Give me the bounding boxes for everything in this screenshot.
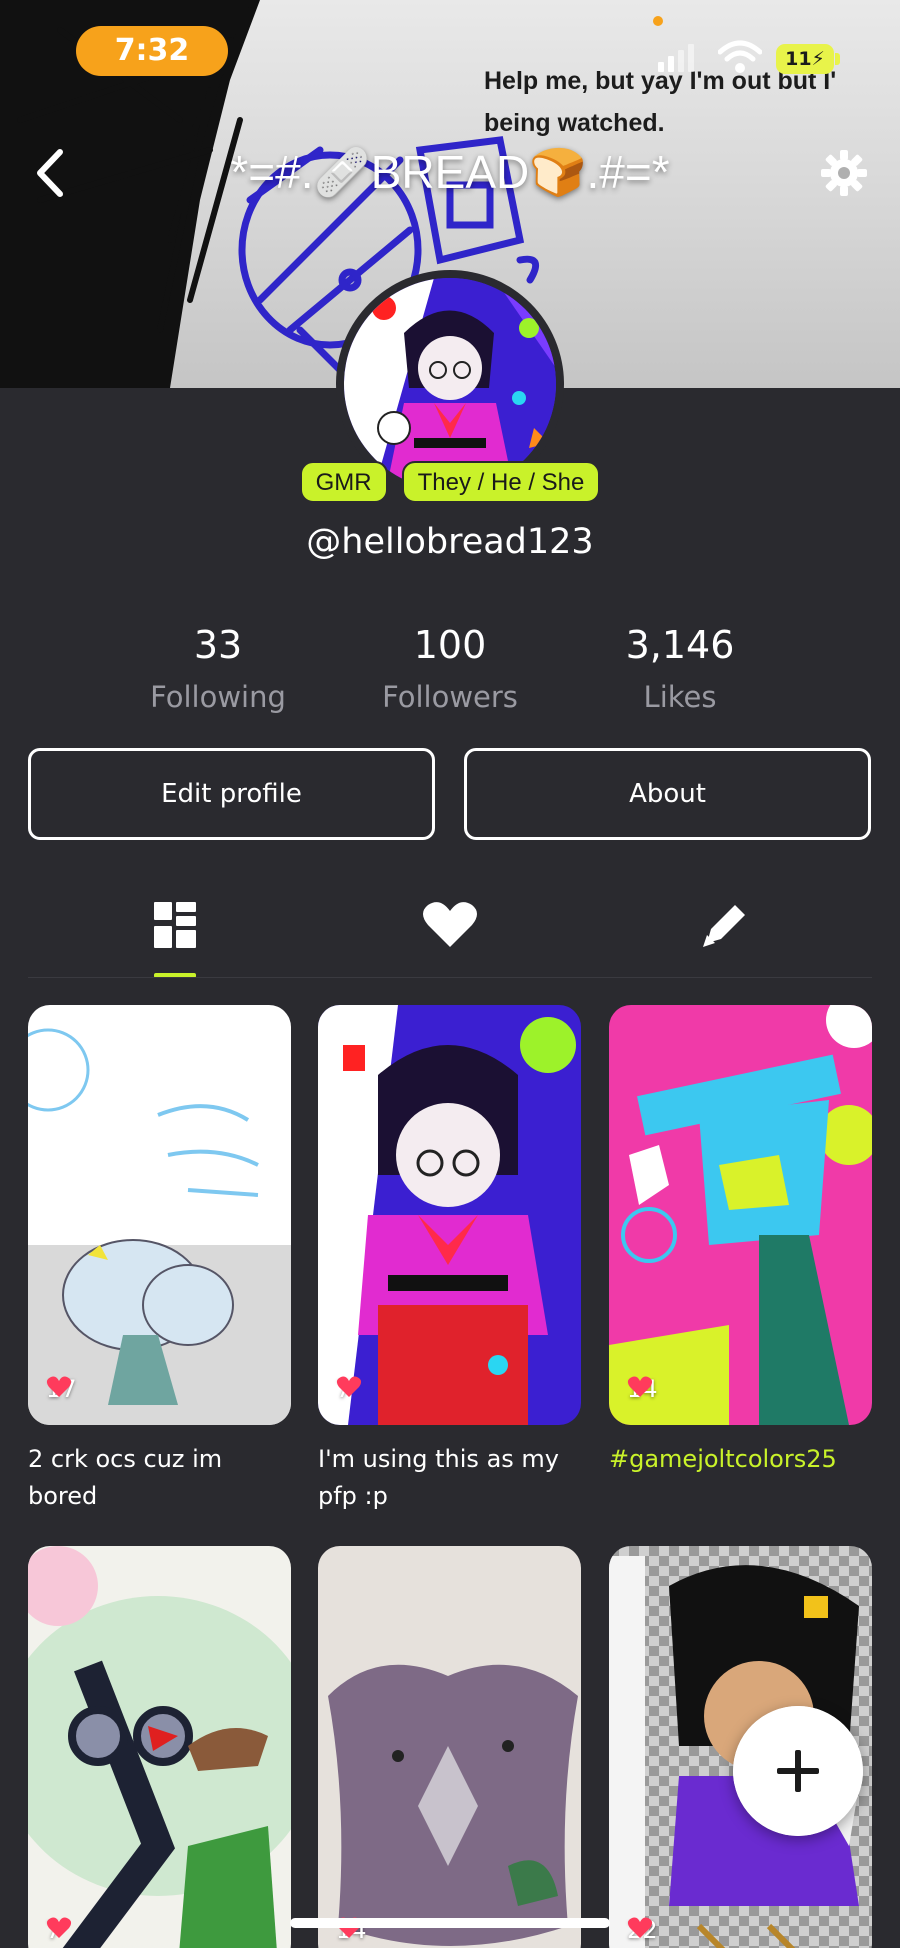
heart-icon: [46, 1917, 72, 1938]
post-image: [28, 1005, 291, 1425]
back-button[interactable]: [30, 146, 74, 200]
page-title: *=#.🩹BREAD🍞.#=*: [230, 146, 670, 198]
heart-icon: [336, 1376, 362, 1397]
wifi-icon: [718, 40, 762, 73]
stat-followers-label: Followers: [382, 680, 518, 714]
privacy-indicator: [653, 16, 663, 26]
post-card[interactable]: 7 I'm using this as my pfp :p: [318, 1005, 581, 1515]
stat-following-value: 33: [193, 623, 243, 667]
post-card[interactable]: 14: [318, 1546, 581, 1948]
stat-likes-label: Likes: [643, 680, 717, 714]
home-indicator[interactable]: [290, 1918, 610, 1928]
heart-icon: [46, 1376, 72, 1397]
status-time: 7:32: [76, 26, 228, 76]
post-card[interactable]: 7: [28, 1546, 291, 1948]
post-likes: 7: [336, 1375, 362, 1403]
post-thumbnail[interactable]: 14: [609, 1005, 872, 1425]
post-likes: 7: [46, 1916, 72, 1944]
post-likes: 22: [627, 1916, 658, 1944]
heart-icon: [423, 902, 477, 947]
pencil-icon: [703, 905, 745, 947]
pronouns-badge: They / He / She: [401, 461, 601, 503]
post-caption: 2 crk ocs cuz im bored: [28, 1445, 223, 1510]
post-image: [318, 1546, 581, 1948]
tab-drafts[interactable]: [675, 885, 775, 965]
username: @hellobread123: [306, 522, 594, 562]
heart-icon: [627, 1376, 653, 1397]
tab-posts[interactable]: [125, 885, 225, 965]
battery-tip: [835, 53, 840, 65]
post-likes: 14: [627, 1375, 658, 1403]
post-caption[interactable]: #gamejoltcolors25: [609, 1441, 872, 1478]
post-thumbnail[interactable]: 7: [28, 1546, 291, 1948]
post-image: [318, 1005, 581, 1425]
posts-grid-icon: [154, 902, 196, 948]
stat-likes: 3,146 Likes: [560, 620, 800, 722]
battery-icon: 11⚡: [776, 44, 834, 74]
profile-tags: GMR They / He / She: [0, 461, 900, 503]
about-button[interactable]: About: [464, 748, 871, 840]
avatar-artwork: [344, 278, 556, 490]
edit-profile-button[interactable]: Edit profile: [28, 748, 435, 840]
tab-likes[interactable]: [400, 885, 500, 965]
post-card[interactable]: 17 2 crk ocs cuz im bored: [28, 1005, 291, 1515]
stat-following[interactable]: 33 Following: [98, 620, 338, 722]
tabs-divider: [28, 977, 872, 978]
post-image: [28, 1546, 291, 1948]
cellular-signal-icon: [658, 42, 694, 72]
stat-likes-value: 3,146: [625, 623, 735, 667]
create-post-button[interactable]: [733, 1706, 863, 1836]
stat-following-label: Following: [150, 680, 286, 714]
post-thumbnail[interactable]: 7: [318, 1005, 581, 1425]
stat-followers[interactable]: 100 Followers: [330, 620, 570, 722]
post-caption: I'm using this as my pfp :p: [318, 1445, 559, 1510]
heart-icon: [627, 1917, 653, 1938]
tag-badge: GMR: [299, 461, 388, 503]
post-thumbnail[interactable]: 17: [28, 1005, 291, 1425]
settings-gear-icon[interactable]: [820, 149, 868, 197]
stat-followers-value: 100: [413, 623, 487, 667]
post-thumbnail[interactable]: 14: [318, 1546, 581, 1948]
post-card[interactable]: 14 #gamejoltcolors25: [609, 1005, 872, 1478]
post-likes: 17: [46, 1375, 77, 1403]
post-image: [609, 1005, 872, 1425]
battery-level: 11: [785, 48, 812, 70]
banner-caption: Help me, but yay I'm out but I' being wa…: [484, 67, 837, 137]
